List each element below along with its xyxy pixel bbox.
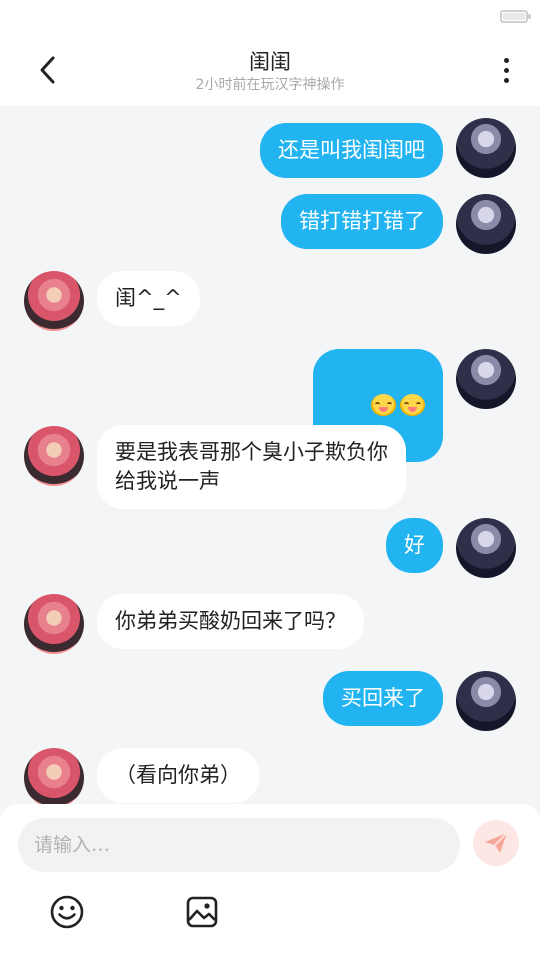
message-bubble-other[interactable]: 要是我表哥那个臭小子欺负你 给我说一声 [97,425,406,509]
emoji-button[interactable] [47,892,87,932]
blush-smile-emoji-icon [400,394,425,416]
blush-smile-emoji-icon [371,394,396,416]
chat-subtitle: 2小时前在玩汉字神操作 [195,77,345,93]
more-vertical-icon-dot [503,67,509,73]
battery-icon [500,10,531,23]
message-bubble-other[interactable]: 你弟弟买酸奶回来了吗？ [97,594,364,649]
message-bubble-me[interactable]: 错打错打错了 [281,194,443,249]
more-vertical-icon-dot [503,57,509,63]
message-bubble-other[interactable]: （看向你弟） [97,748,259,803]
message-bubble-other[interactable]: 闺^_^ [97,271,200,326]
message-input[interactable] [18,818,460,872]
message-bubble-me[interactable]: 还是叫我闺闺吧 [260,123,443,178]
message-bubble-me[interactable]: 买回来了 [323,671,443,726]
more-button[interactable] [492,52,520,88]
message-bubble-me[interactable]: 好 [386,518,443,573]
friend-avatar[interactable] [24,594,84,654]
chat-header: 闺闺 2小时前在玩汉字神操作 [0,36,540,106]
my-avatar[interactable] [456,518,516,578]
status-bar [0,0,540,36]
send-button[interactable] [473,820,519,866]
chat-title: 闺闺 [249,50,291,74]
friend-avatar[interactable] [24,271,84,331]
my-avatar[interactable] [456,194,516,254]
friend-avatar[interactable] [24,748,84,804]
my-avatar[interactable] [456,671,516,731]
my-avatar[interactable] [456,118,516,178]
more-vertical-icon-dot [503,77,509,83]
paper-plane-icon [485,832,508,853]
smiley-icon [50,895,84,929]
input-panel [0,804,540,960]
message-list[interactable]: 还是叫我闺闺吧 错打错打错了 闺^_^ 要是我表哥那个臭小子欺负你 给我说一声 … [0,106,540,804]
friend-avatar[interactable] [24,426,84,486]
my-avatar[interactable] [456,349,516,409]
image-icon [186,896,218,928]
image-button[interactable] [182,892,222,932]
